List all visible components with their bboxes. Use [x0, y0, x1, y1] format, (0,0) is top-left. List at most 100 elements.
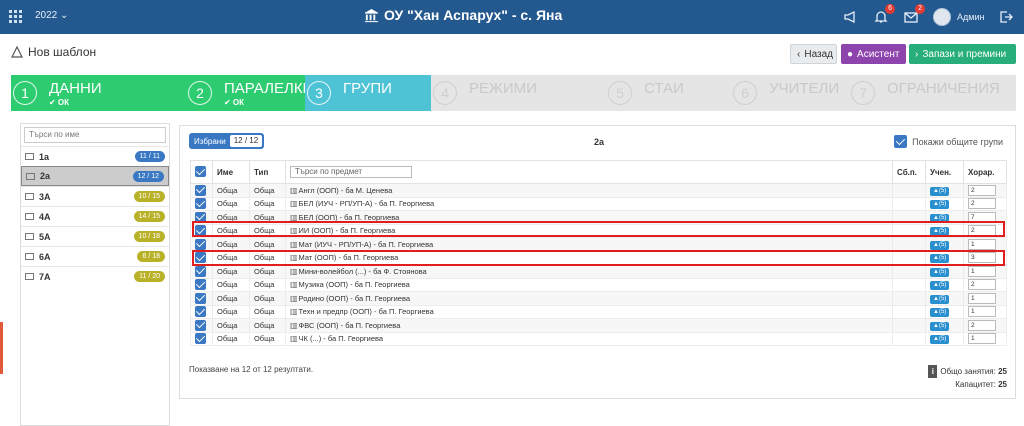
students-button[interactable]: ▲(5): [930, 294, 950, 304]
students-button[interactable]: ▲(5): [930, 200, 950, 210]
robot-icon: ●: [847, 48, 854, 60]
assistant-button[interactable]: ● Асистент: [841, 44, 906, 64]
back-button[interactable]: ‹ Назад: [790, 44, 837, 64]
checkbox[interactable]: [894, 135, 908, 148]
step-label: СТАИ: [644, 80, 684, 97]
hours-input[interactable]: 2: [967, 279, 996, 291]
select-all-checkbox[interactable]: [195, 166, 206, 178]
book-icon: ▥: [289, 293, 298, 303]
class-item[interactable]: 3А 10 / 15: [21, 186, 169, 206]
class-item[interactable]: 5А 10 / 18: [21, 226, 169, 246]
students-button[interactable]: ▲(5): [930, 321, 950, 331]
show-common-groups[interactable]: Покажи общите групи: [894, 135, 1003, 148]
book-icon: ▥: [289, 320, 298, 330]
class-count-badge: 12 / 12: [132, 171, 164, 182]
table-row[interactable]: Обща Обща ▥Мини-волейбол (...) - ба Ф. Сто…: [190, 264, 1008, 279]
group-type: Обща: [248, 291, 286, 306]
students-cell: ▲(5): [925, 264, 964, 279]
row-checkbox[interactable]: [195, 265, 206, 277]
table-row[interactable]: Обща Обща ▥ФВС (ООП) - ба П. Георгиева ▲(5)…: [190, 318, 1008, 333]
chevron-left-icon: ‹: [797, 48, 801, 60]
table-row[interactable]: Обща Обща ▥Музика (ООП) - ба П. Георгиева ▲…: [190, 277, 1008, 292]
megaphone-icon[interactable]: [843, 9, 859, 25]
hours-input[interactable]: 1: [967, 238, 996, 250]
selected-toggle[interactable]: Избрани 12 / 12: [189, 133, 265, 149]
message-badge: 2: [915, 4, 925, 14]
step-groups[interactable]: 3 ГРУПИ: [305, 75, 431, 111]
user-name[interactable]: Админ: [957, 12, 984, 22]
highlight-box: [192, 250, 1005, 266]
step-teachers[interactable]: 6 УЧИТЕЛИ: [731, 75, 849, 111]
sb-cell: [892, 304, 926, 319]
students-count: (5): [938, 201, 947, 208]
hours-cell: 1: [962, 331, 1008, 346]
table-row[interactable]: Обща Обща ▥ЧК (...) - ба П. Георгиева ▲(5) 1: [190, 331, 1008, 346]
envelope-icon[interactable]: 2: [903, 4, 925, 25]
hours-input[interactable]: 2: [967, 184, 996, 196]
class-name: 2а: [40, 171, 51, 181]
subject-filter-input[interactable]: Търси по предмет: [289, 166, 412, 178]
hours-cell: 2: [962, 318, 1008, 333]
class-name: 1а: [39, 151, 50, 162]
table-row[interactable]: Обща Обща ▥Мат (ИУЧ - РП/УП-А) - ба П. Гео…: [190, 237, 1008, 252]
hours-input[interactable]: 2: [967, 198, 996, 210]
page-title: Нов шаблон: [11, 45, 96, 59]
table-row[interactable]: Обща Обща ▥Техн и предпр (ООП) - ба П. Гео…: [190, 304, 1008, 319]
class-search-input[interactable]: Търси по име: [24, 127, 166, 143]
row-checkbox[interactable]: [195, 306, 206, 317]
hours-input[interactable]: 1: [967, 306, 996, 318]
step-constraints[interactable]: 7 ОГРАНИЧЕНИЯ: [849, 75, 1016, 111]
class-count-badge: 11 / 20: [134, 271, 165, 282]
step-rooms[interactable]: 5 СТАИ: [606, 75, 731, 111]
students-button[interactable]: ▲(5): [930, 240, 950, 250]
sb-cell: [892, 318, 926, 333]
row-checkbox[interactable]: [195, 184, 206, 196]
group-name: Обща: [211, 196, 250, 211]
students-count: (5): [938, 241, 947, 248]
students-button[interactable]: ▲(5): [930, 308, 950, 318]
classroom-icon: [26, 172, 35, 180]
students-button[interactable]: ▲(5): [930, 186, 950, 196]
group-type: Обща: [248, 237, 286, 252]
hours-input[interactable]: 1: [967, 333, 996, 345]
step-classes[interactable]: 2 ПАРАЛЕЛКИ ✔ ОК: [186, 75, 305, 111]
highlight-box: [192, 221, 1005, 237]
col-name: Име: [211, 160, 250, 184]
row-checkbox[interactable]: [195, 198, 206, 209]
hours-input[interactable]: 1: [967, 292, 996, 304]
hours-cell: 2: [962, 196, 1008, 211]
table-row[interactable]: Обща Обща ▥Родино (ООП) - ба П. Георгиева ▲…: [190, 291, 1008, 306]
row-checkbox[interactable]: [195, 292, 206, 304]
apps-grid-icon[interactable]: [9, 10, 22, 23]
class-item[interactable]: 1а 11 / 11: [21, 146, 169, 166]
notification-badge: 6: [885, 4, 895, 14]
hours-input[interactable]: 1: [967, 265, 996, 277]
step-data[interactable]: 1 ДАННИ ✔ ОК: [11, 75, 186, 111]
hours-cell: 1: [962, 237, 1008, 252]
row-checkbox[interactable]: [195, 319, 206, 331]
class-name: 4А: [39, 211, 51, 222]
students-button[interactable]: ▲(5): [930, 267, 950, 277]
row-checkbox[interactable]: [195, 279, 206, 290]
col-sb: Сб.п.: [892, 160, 926, 184]
students-button[interactable]: ▲(5): [930, 335, 950, 345]
hours-input[interactable]: 2: [967, 319, 996, 331]
row-checkbox[interactable]: [195, 333, 206, 344]
classroom-icon: [25, 193, 34, 200]
year-selector[interactable]: 2022 ⌄: [35, 10, 68, 21]
bell-icon[interactable]: 6: [873, 4, 895, 25]
total-value: 25: [998, 367, 1007, 376]
row-checkbox[interactable]: [195, 238, 206, 250]
class-item[interactable]: 6А 6 / 18: [21, 246, 169, 266]
students-button[interactable]: ▲(5): [930, 281, 950, 291]
table-row[interactable]: Обща Обща ▥БЕЛ (ИУЧ - РП/УП-А) - ба П. Гео…: [190, 196, 1008, 211]
step-modes[interactable]: 4 РЕЖИМИ: [431, 75, 606, 111]
class-item[interactable]: 4А 14 / 15: [21, 206, 169, 226]
class-item[interactable]: 7А 11 / 20: [21, 266, 169, 286]
avatar[interactable]: [933, 8, 951, 26]
students-cell: ▲(5): [925, 318, 964, 333]
save-and-continue-button[interactable]: › Запази и премини: [909, 44, 1016, 64]
table-row[interactable]: Обща Обща ▥Англ (ООП) - ба М. Ценева ▲(5) 2: [190, 183, 1008, 198]
class-item[interactable]: 2а 12 / 12: [21, 166, 169, 186]
logout-icon[interactable]: [998, 9, 1014, 25]
